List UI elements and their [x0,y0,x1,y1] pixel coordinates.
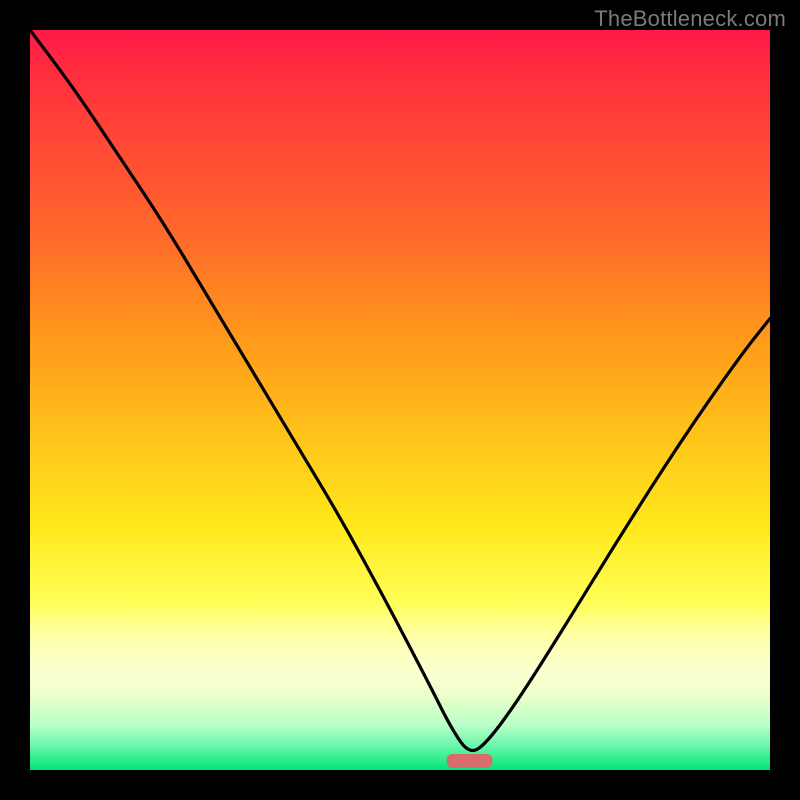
watermark-label: TheBottleneck.com [594,6,786,32]
optimum-marker [447,754,493,768]
chart-frame: TheBottleneck.com [0,0,800,800]
plot-area [30,30,770,770]
bottleneck-curve [30,30,770,750]
curve-svg [30,30,770,770]
